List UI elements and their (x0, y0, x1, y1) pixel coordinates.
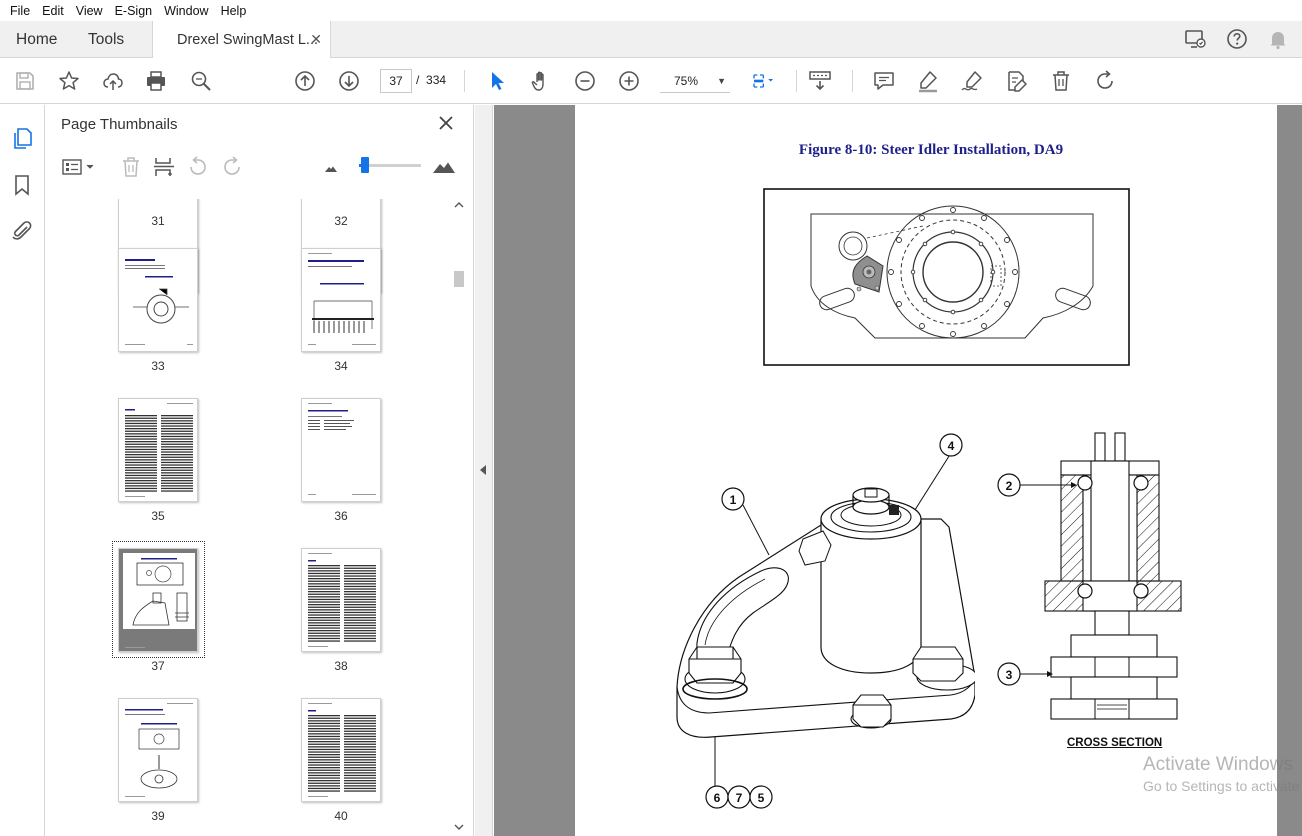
tab-bar: Home Tools Drexel SwingMast L... ✕ (0, 21, 1302, 59)
page-thumbnails-icon[interactable] (10, 126, 34, 150)
select-arrow-icon[interactable] (485, 69, 509, 93)
delete-icon[interactable] (1049, 69, 1073, 93)
thumbnail-scrollbar[interactable] (451, 197, 467, 836)
callout-1: 1 (730, 493, 737, 507)
large-thumbnail-icon[interactable] (432, 155, 456, 179)
sign-icon[interactable] (960, 69, 984, 93)
delete-page-icon[interactable] (119, 155, 143, 179)
callout-4: 4 (948, 439, 955, 453)
page-total: / 334 (416, 73, 447, 87)
cross-section-label: CROSS SECTION (1067, 737, 1163, 749)
fill-sign-icon[interactable] (1004, 69, 1028, 93)
help-icon[interactable] (1225, 27, 1249, 51)
callout-3: 3 (1006, 668, 1013, 682)
document-viewport[interactable]: Figure 8-10: Steer Idler Installation, D… (494, 105, 1302, 836)
scroll-up-icon (454, 202, 464, 208)
thumbnail-list: 31 32 33 34 35 36 37 38 39 40 (57, 199, 452, 836)
main-toolbar: 37 / 334 75% ▼ (0, 58, 1302, 104)
bookmarks-icon[interactable] (10, 173, 34, 197)
thumbnail-label: 39 (151, 809, 165, 823)
notification-bell-icon[interactable] (1266, 27, 1290, 51)
menu-file[interactable]: File (4, 4, 36, 18)
thumbnail-page-40[interactable] (301, 698, 381, 802)
find-icon[interactable] (189, 69, 213, 93)
panel-splitter[interactable] (475, 105, 493, 836)
panel-title: Page Thumbnails (61, 116, 178, 133)
thumbnail-label: 35 (151, 509, 165, 523)
thumbnail-label: 36 (334, 509, 348, 523)
thumbnail-label: 38 (334, 659, 348, 673)
menu-view[interactable]: View (70, 4, 109, 18)
close-tab-icon[interactable]: ✕ (310, 31, 322, 48)
menu-esign[interactable]: E-Sign (109, 4, 159, 18)
rotate-icon[interactable] (1093, 69, 1117, 93)
thumbnail-label: 31 (151, 214, 165, 228)
tab-document-label: Drexel SwingMast L... (177, 32, 319, 48)
cross-section-drawing: 2 3 (997, 432, 1182, 720)
scroll-down-icon (454, 824, 464, 830)
comment-icon[interactable] (872, 69, 896, 93)
highlight-icon[interactable] (916, 69, 940, 93)
scroll-mode-icon[interactable] (808, 69, 832, 93)
menu-help[interactable]: Help (215, 4, 253, 18)
thumbnail-page-34[interactable] (301, 248, 381, 352)
tab-document[interactable]: Drexel SwingMast L... ✕ (152, 21, 331, 59)
thumbnail-options-icon[interactable] (61, 155, 97, 179)
menu-edit[interactable]: Edit (36, 4, 70, 18)
thumbnail-label: 40 (334, 809, 348, 823)
callout-7: 7 (736, 791, 743, 805)
thumbnail-page-37[interactable] (118, 548, 198, 652)
steer-idler-isometric-drawing: 1 4 6 7 5 (676, 433, 975, 809)
thumbnail-label: 37 (151, 659, 165, 673)
activate-windows-watermark: Activate Windows Go to Settings to activ… (1143, 754, 1302, 794)
callout-2: 2 (1006, 479, 1013, 493)
bookmark-star-icon[interactable] (57, 69, 81, 93)
scrollbar-thumb[interactable] (454, 271, 464, 287)
menu-window[interactable]: Window (158, 4, 214, 18)
small-thumbnail-icon[interactable] (319, 155, 343, 179)
navigation-rail (0, 105, 45, 836)
thumbnail-page-38[interactable] (301, 548, 381, 652)
page-number-input[interactable]: 37 (380, 69, 412, 93)
zoom-in-icon[interactable] (617, 69, 641, 93)
thumbnail-size-handle[interactable] (361, 157, 370, 173)
save-icon[interactable] (13, 69, 37, 93)
insert-page-icon[interactable] (152, 155, 176, 179)
thumbnail-page-39[interactable] (118, 698, 198, 802)
next-page-icon[interactable] (337, 69, 361, 93)
collapse-panel-icon[interactable] (480, 465, 486, 475)
thumbnail-page-36[interactable] (301, 398, 381, 502)
thumbnail-page-35[interactable] (118, 398, 198, 502)
steer-idler-overview-drawing (763, 188, 1130, 366)
thumbnail-page-33[interactable] (118, 248, 198, 352)
fit-page-icon[interactable] (752, 69, 788, 93)
share-screen-icon[interactable] (1183, 27, 1207, 51)
menu-bar: File Edit View E-Sign Window Help (0, 0, 1302, 21)
thumbnail-label: 32 (334, 214, 348, 228)
figure-title: Figure 8-10: Steer Idler Installation, D… (798, 142, 1064, 158)
chevron-down-icon: ▼ (717, 76, 726, 86)
thumbnails-panel: Page Thumbnails 31 32 33 34 35 36 37 38 … (45, 105, 474, 836)
document-page: Figure 8-10: Steer Idler Installation, D… (575, 105, 1277, 836)
watermark-line-2: Go to Settings to activate Windows. (1143, 778, 1302, 794)
thumbnail-label: 34 (334, 359, 348, 373)
rotate-left-icon[interactable] (186, 155, 210, 179)
thumbnail-label: 33 (151, 359, 165, 373)
tab-home[interactable]: Home (16, 21, 57, 58)
prev-page-icon[interactable] (293, 69, 317, 93)
thumbnail-tools (45, 149, 474, 189)
zoom-out-icon[interactable] (573, 69, 597, 93)
print-icon[interactable] (144, 69, 168, 93)
zoom-select[interactable]: 75% ▼ (660, 69, 730, 93)
rotate-right-icon[interactable] (220, 155, 244, 179)
upload-icon[interactable] (101, 69, 125, 93)
watermark-line-1: Activate Windows (1143, 754, 1293, 775)
attachments-icon[interactable] (10, 219, 34, 243)
callout-5: 5 (758, 791, 765, 805)
tab-tools[interactable]: Tools (88, 21, 124, 58)
close-panel-icon[interactable] (437, 114, 455, 132)
callout-6: 6 (714, 791, 721, 805)
hand-icon[interactable] (529, 69, 553, 93)
